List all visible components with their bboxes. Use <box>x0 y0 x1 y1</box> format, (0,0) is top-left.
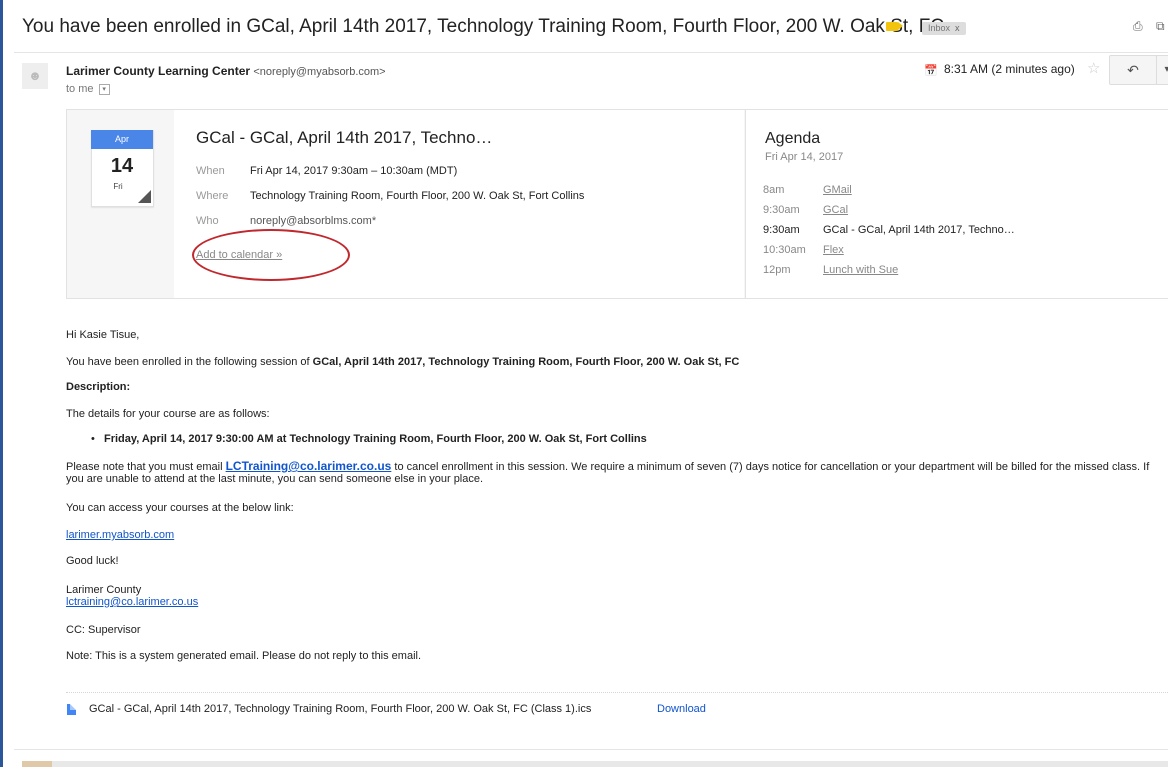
signature-email-link[interactable]: lctraining@co.larimer.co.us <box>66 596 198 608</box>
date-weekday: Fri <box>113 182 123 191</box>
who-value: noreply@absorblms.com* <box>250 215 377 227</box>
person-icon: ☻ <box>28 68 42 83</box>
agenda-item-time: 12pm <box>763 264 791 276</box>
remove-label-button[interactable]: x <box>955 23 960 33</box>
next-message-avatar <box>22 761 52 767</box>
when-value: Fri Apr 14, 2017 9:30am – 10:30am (MDT) <box>250 165 458 177</box>
new-window-icon[interactable]: ⧉ <box>1156 20 1168 32</box>
recipient-details-dropdown-icon[interactable]: ▾ <box>98 83 110 95</box>
description-label: Description: <box>66 381 130 393</box>
agenda-item-time: 8am <box>763 184 785 196</box>
access-text: You can access your courses at the below… <box>66 502 294 514</box>
agenda-item-event-current: GCal - GCal, April 14th 2017, Techno… <box>823 224 1015 236</box>
cc-line: CC: Supervisor <box>66 624 141 636</box>
enrollment-session: GCal, April 14th 2017, Technology Traini… <box>312 356 740 368</box>
attachment-filename[interactable]: GCal - GCal, April 14th 2017, Technology… <box>89 703 591 715</box>
header-divider <box>14 52 1168 53</box>
enrollment-line: You have been enrolled in the following … <box>66 356 739 368</box>
star-icon[interactable]: ☆ <box>1087 59 1100 77</box>
agenda-date: Fri Apr 14, 2017 <box>765 151 844 163</box>
date-month: Apr <box>91 130 153 149</box>
agenda-title: Agenda <box>765 130 821 147</box>
note-prefix: Please note that you must email <box>66 461 226 473</box>
important-marker-icon[interactable] <box>886 22 903 31</box>
agenda-item-event[interactable]: GMail <box>823 184 852 196</box>
cancellation-note: Please note that you must email LCTraini… <box>66 460 1166 485</box>
system-note: Note: This is a system generated email. … <box>66 650 422 662</box>
courses-link[interactable]: larimer.myabsorb.com <box>66 529 174 541</box>
who-label: Who <box>196 215 219 227</box>
agenda-item-time: 9:30am <box>763 204 800 216</box>
agenda-item-event[interactable]: GCal <box>823 204 848 216</box>
where-label: Where <box>196 190 229 202</box>
signature-email-line: lctraining@co.larimer.co.us <box>66 596 198 608</box>
description-label-text: Description: <box>66 381 131 393</box>
download-link[interactable]: Download <box>657 703 706 715</box>
inbox-label-text: Inbox <box>928 23 951 33</box>
file-icon <box>67 704 76 715</box>
training-email-link[interactable]: LCTraining@co.larimer.co.us <box>226 459 392 473</box>
agenda-item-time-current: 9:30am <box>763 224 800 236</box>
recipient-line: to me ▾ <box>66 83 110 95</box>
agenda-item-event[interactable]: Flex <box>823 244 844 256</box>
agenda-item-time: 10:30am <box>763 244 806 256</box>
enrollment-prefix: You have been enrolled in the following … <box>66 356 313 368</box>
red-annotation-circle <box>192 229 350 281</box>
print-icon[interactable]: ⎙ <box>1133 20 1145 32</box>
email-subject: You have been enrolled in GCal, April 14… <box>22 16 945 37</box>
reply-button[interactable]: ↶ <box>1109 55 1157 85</box>
attachment-divider <box>66 692 1168 693</box>
window-left-border <box>0 0 3 767</box>
next-message-strip <box>22 761 1168 767</box>
access-link-line: larimer.myabsorb.com <box>66 529 174 541</box>
when-label: When <box>196 165 225 177</box>
sender-line: Larimer County Learning Center <noreply@… <box>66 64 386 78</box>
good-luck: Good luck! <box>66 555 119 567</box>
greeting: Hi Kasie Tisue, <box>66 329 140 341</box>
reply-icon: ↶ <box>1127 62 1139 78</box>
agenda-item-event[interactable]: Lunch with Sue <box>823 264 898 276</box>
recipient-text: to me <box>66 83 94 95</box>
sender-avatar: ☻ <box>22 63 48 89</box>
where-value: Technology Training Room, Fourth Floor, … <box>250 190 585 202</box>
date-day: 14 <box>110 155 134 177</box>
received-time: 8:31 AM (2 minutes ago) <box>944 62 1075 76</box>
details-intro: The details for your course are as follo… <box>66 408 270 420</box>
sender-name[interactable]: Larimer County Learning Center <box>66 64 250 78</box>
chevron-down-icon: ▾ <box>1164 64 1168 75</box>
sender-email: <noreply@myabsorb.com> <box>253 66 386 78</box>
calendar-event-icon: 📅 <box>924 65 938 77</box>
session-bullet: Friday, April 14, 2017 9:30:00 AM at Tec… <box>91 433 647 445</box>
more-actions-button[interactable]: ▾ <box>1156 55 1168 85</box>
signature-org: Larimer County <box>66 584 142 596</box>
inbox-label-chip[interactable]: Inbox x <box>922 22 966 35</box>
event-title[interactable]: GCal - GCal, April 14th 2017, Techno… <box>196 128 492 148</box>
date-corner-fold-icon <box>138 190 151 203</box>
message-divider <box>14 749 1168 750</box>
